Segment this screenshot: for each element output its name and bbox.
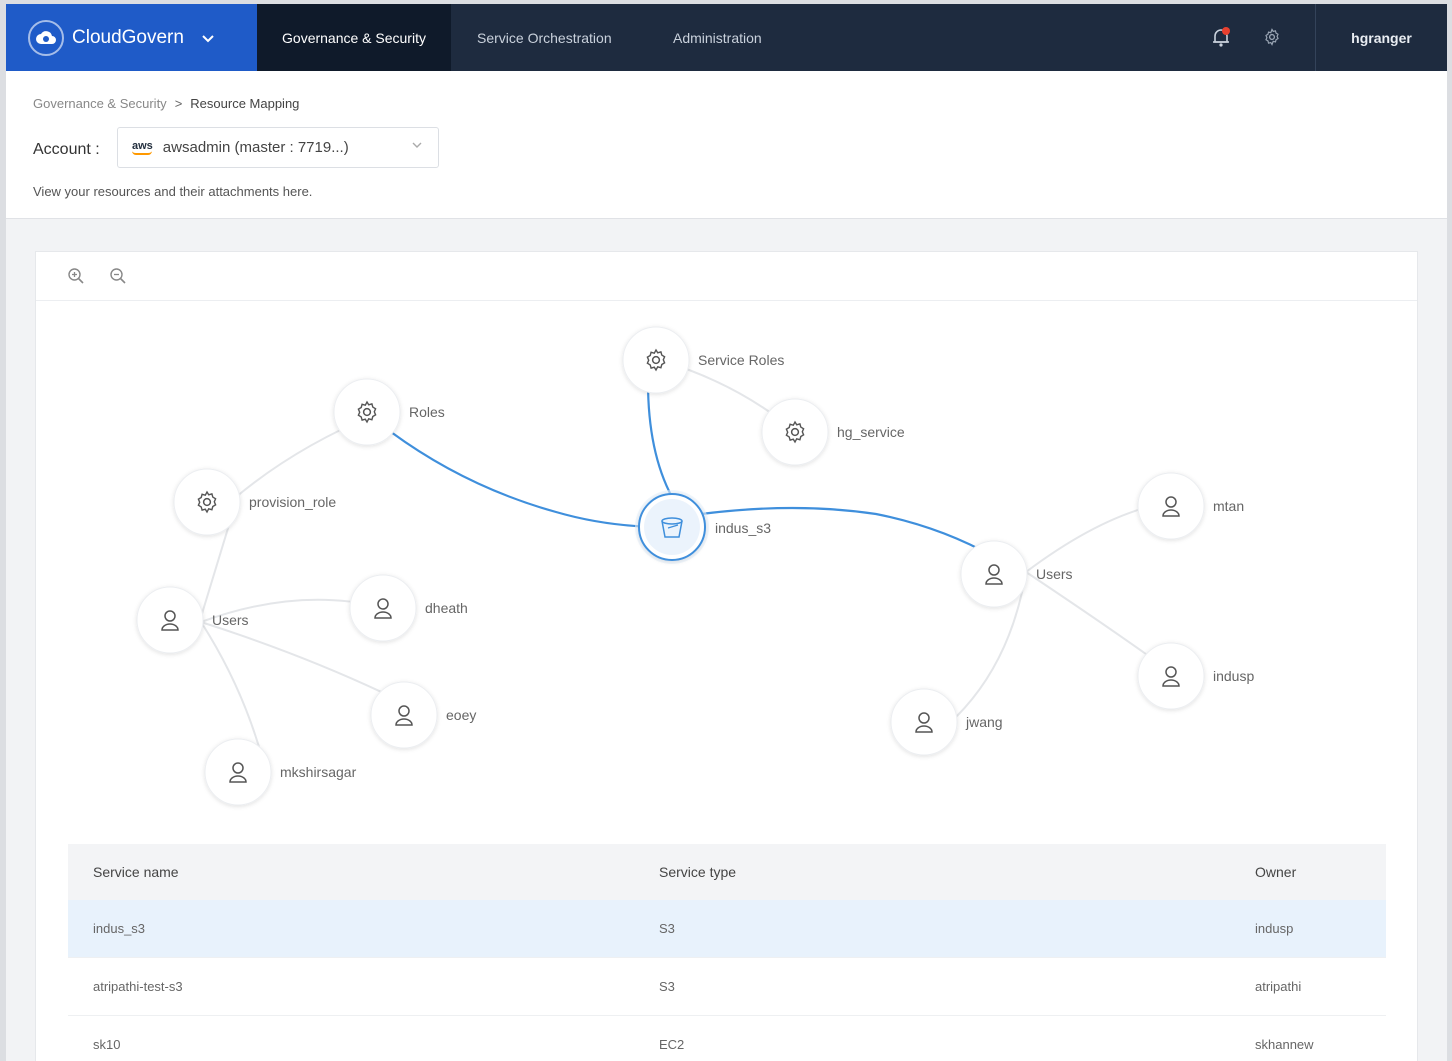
cell-service-name: sk10 — [93, 1037, 121, 1052]
table-row[interactable]: sk10 EC2 skhannew — [68, 1016, 1386, 1061]
breadcrumb-separator: > — [174, 96, 183, 111]
graph-node-label: eoey — [446, 707, 476, 723]
graph-node-label: indusp — [1213, 668, 1254, 684]
graph-node-mkshirsagar[interactable]: mkshirsagar — [204, 738, 357, 806]
graph-node-jwang[interactable]: jwang — [890, 688, 1003, 756]
page-header: Governance & Security > Resource Mapping A… — [6, 71, 1447, 219]
cell-service-type: EC2 — [659, 1037, 685, 1052]
graph-node-indusp[interactable]: indusp — [1137, 642, 1254, 710]
breadcrumb-parent[interactable]: Governance & Security — [33, 96, 167, 111]
cell-service-type: S3 — [659, 921, 675, 936]
aws-logo-icon: aws — [132, 139, 153, 155]
graph-node-indus-s3[interactable]: indus_s3 — [635, 490, 771, 564]
breadcrumb-current: Resource Mapping — [190, 96, 300, 111]
cloud-logo-icon — [28, 19, 64, 56]
tab-label: Administration — [673, 29, 762, 46]
app-frame: CloudGovern Governance & Security Servic… — [6, 4, 1447, 1061]
aws-logo-text: aws — [132, 139, 153, 152]
column-header-service-type[interactable]: Service type — [659, 864, 736, 880]
account-label: Account : — [33, 141, 100, 158]
notification-bell-icon[interactable] — [1210, 26, 1232, 48]
tab-administration[interactable]: Administration — [655, 4, 780, 71]
tab-governance-security[interactable]: Governance & Security — [257, 4, 451, 71]
graph-node-label: Service Roles — [698, 352, 784, 368]
graph-node-hg-service[interactable]: hg_service — [761, 398, 905, 466]
column-header-owner[interactable]: Owner — [1255, 864, 1296, 880]
services-table: Service name Service type Owner indus_s3… — [68, 844, 1386, 1061]
breadcrumb: Governance & Security > Resource Mapping — [33, 96, 299, 111]
tab-label: Governance & Security — [282, 29, 426, 46]
graph-node-dheath[interactable]: dheath — [349, 574, 468, 642]
graph-node-label: mkshirsagar — [280, 764, 357, 780]
app-name: CloudGovern — [72, 26, 184, 48]
gear-icon[interactable] — [1261, 26, 1283, 48]
graph-node-label: Users — [212, 612, 249, 628]
graph-node-label: dheath — [425, 600, 468, 616]
graph-node-label: jwang — [965, 714, 1003, 730]
account-value: awsadmin (master : 7719...) — [162, 139, 349, 156]
graph-node-label: hg_service — [837, 424, 905, 440]
page-description: View your resources and their attachment… — [33, 184, 313, 199]
cell-service-type: S3 — [659, 979, 675, 994]
column-header-service-name[interactable]: Service name — [93, 864, 179, 880]
cell-owner: skhannew — [1255, 1037, 1314, 1052]
cell-service-name: atripathi-test-s3 — [93, 979, 183, 994]
chevron-down-icon — [202, 30, 214, 46]
table-header: Service name Service type Owner — [68, 844, 1386, 900]
app-switcher[interactable]: CloudGovern — [6, 4, 257, 71]
user-menu[interactable]: hgranger — [1316, 4, 1447, 71]
graph-node-label: Users — [1036, 566, 1073, 582]
graph-node-users-left[interactable]: Users — [136, 586, 249, 654]
graph-node-label: indus_s3 — [715, 520, 771, 536]
chevron-down-icon — [412, 139, 422, 151]
top-nav: CloudGovern Governance & Security Servic… — [6, 4, 1447, 71]
table-row[interactable]: indus_s3 S3 indusp — [68, 900, 1386, 958]
cell-owner: atripathi — [1255, 979, 1302, 994]
graph-node-eoey[interactable]: eoey — [370, 681, 476, 749]
table-row[interactable]: atripathi-test-s3 S3 atripathi — [68, 958, 1386, 1016]
account-dropdown[interactable]: aws awsadmin (master : 7719...) — [117, 127, 439, 168]
graph-node-provision-role[interactable]: provision_role — [173, 468, 336, 536]
graph-node-service-roles[interactable]: Service Roles — [622, 326, 784, 394]
tab-service-orchestration[interactable]: Service Orchestration — [459, 4, 630, 71]
graph-node-label: Roles — [409, 404, 445, 420]
graph-node-mtan[interactable]: mtan — [1137, 472, 1244, 540]
cell-service-name: indus_s3 — [93, 921, 146, 936]
cell-owner: indusp — [1255, 921, 1294, 936]
resource-graph: indus_s3 Service Roles hg_service Roles — [136, 326, 1254, 806]
graph-node-label: mtan — [1213, 498, 1244, 514]
tab-label: Service Orchestration — [477, 29, 612, 46]
graph-node-label: provision_role — [249, 494, 336, 510]
graph-node-roles[interactable]: Roles — [333, 378, 445, 446]
